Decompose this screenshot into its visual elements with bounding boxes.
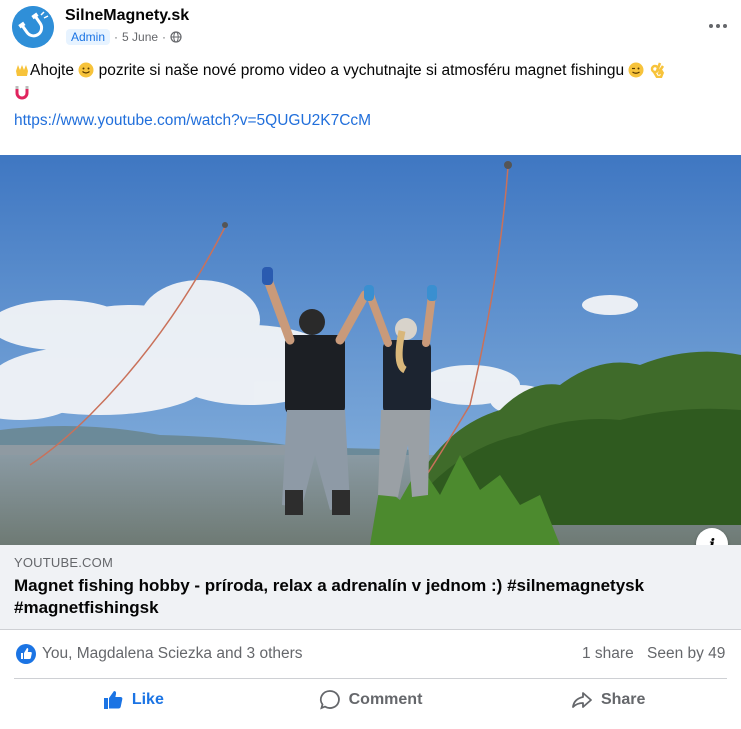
shares-count[interactable]: 1 share — [582, 645, 634, 663]
like-label: Like — [131, 691, 164, 708]
like-button[interactable]: Like — [14, 681, 252, 719]
wink-emoji — [628, 62, 644, 78]
post-actions: Like Comment Share — [14, 681, 727, 719]
page-name[interactable]: SilneMagnety.sk — [65, 7, 189, 25]
smile-emoji — [78, 62, 94, 78]
post-text: Ahojte pozrite si naše nové promo video … — [14, 60, 729, 104]
magnet-emoji — [15, 86, 29, 100]
like-icon — [103, 691, 123, 709]
share-icon — [572, 692, 592, 708]
meta-separator-2: · — [162, 30, 167, 44]
link-title[interactable]: Magnet fishing hobby - príroda, relax a … — [14, 575, 726, 618]
link-domain: YOUTUBE.COM — [14, 555, 113, 570]
post-text-greeting: Ahojte — [30, 62, 74, 79]
admin-badge: Admin — [66, 29, 111, 45]
post-text-body: pozrite si naše nové promo video a vychu… — [94, 62, 625, 79]
share-button[interactable]: Share — [489, 681, 727, 719]
globe-icon — [170, 31, 182, 43]
raised-hands-emoji — [16, 65, 28, 76]
post-link[interactable]: https://www.youtube.com/watch?v=5QUGU2K7… — [14, 112, 371, 130]
actions-divider — [14, 678, 727, 679]
link-preview-box[interactable]: YOUTUBE.COM Magnet fishing hobby - príro… — [0, 545, 741, 630]
comment-button[interactable]: Comment — [252, 681, 490, 719]
magnet-avatar-icon — [12, 6, 54, 48]
more-options-button[interactable] — [704, 12, 732, 40]
post-header: SilneMagnety.sk Admin · 5 June · — [12, 6, 732, 52]
video-thumbnail — [0, 155, 741, 545]
meta-separator: · — [114, 30, 119, 44]
seen-count[interactable]: Seen by 49 — [647, 645, 725, 663]
comment-icon — [319, 690, 340, 710]
ok-hand-emoji — [650, 62, 664, 78]
comment-label: Comment — [348, 691, 423, 708]
more-dots-icon — [709, 24, 727, 28]
post-date[interactable]: 5 June — [122, 30, 158, 44]
page-avatar[interactable] — [12, 6, 54, 48]
engagement-bar: You, Magdalena Sciezka and 3 others 1 sh… — [14, 640, 727, 668]
like-reaction-icon[interactable] — [16, 644, 36, 664]
link-preview-image[interactable] — [0, 155, 741, 545]
reactions-text[interactable]: You, Magdalena Sciezka and 3 others — [42, 645, 303, 663]
post-meta: Admin · 5 June · — [66, 28, 182, 46]
share-label: Share — [600, 691, 646, 708]
